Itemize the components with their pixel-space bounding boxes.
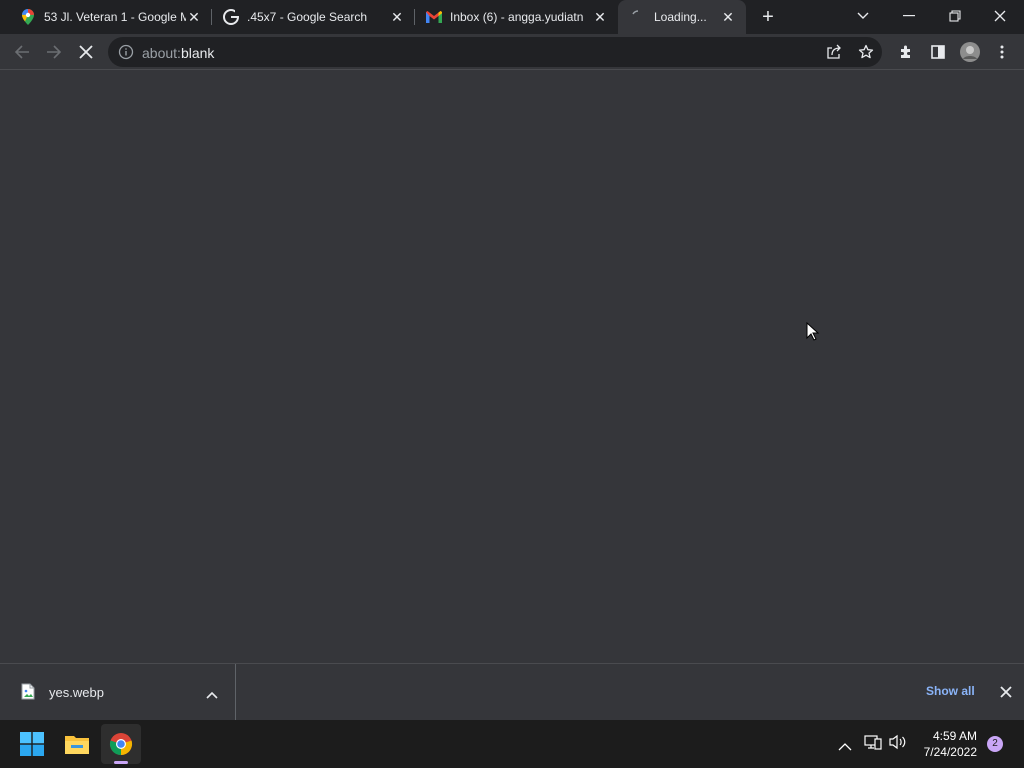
active-app-indicator [114, 761, 128, 764]
side-panel-icon[interactable] [926, 40, 950, 64]
tab-strip: 53 Jl. Veteran 1 - Google M ✕ .45x7 - Go… [0, 0, 1024, 34]
clock-time: 4:59 AM [932, 729, 977, 743]
close-download-bar-icon[interactable] [1000, 685, 1012, 703]
url-path: blank [180, 45, 215, 61]
chrome-taskbar-icon[interactable] [101, 724, 141, 764]
maps-pin-icon [20, 9, 36, 25]
tab-title: .45x7 - Google Search [247, 10, 368, 24]
minimize-button[interactable] [895, 4, 923, 28]
google-g-icon [223, 9, 239, 25]
close-icon[interactable]: ✕ [592, 9, 608, 25]
bookmark-star-icon[interactable] [854, 40, 878, 64]
mouse-cursor-icon [806, 321, 820, 342]
window-close-button[interactable] [986, 4, 1014, 28]
tab-title: Loading... [654, 10, 707, 24]
show-all-button[interactable]: Show all [926, 684, 975, 698]
windows-start-icon[interactable] [12, 724, 52, 764]
system-clock[interactable]: 4:59 AM 7/24/2022 [924, 728, 977, 760]
page-content[interactable] [0, 71, 1024, 663]
taskbar: 4:59 AM 7/24/2022 [0, 720, 1024, 768]
tab-title: 53 Jl. Veteran 1 - Google M [44, 10, 186, 24]
network-icon[interactable] [864, 734, 882, 755]
new-tab-button[interactable]: + [759, 7, 777, 27]
chevron-up-icon[interactable] [206, 686, 218, 704]
url-scheme: about: [142, 45, 181, 61]
close-icon[interactable]: ✕ [720, 9, 736, 25]
image-file-icon [21, 683, 35, 705]
tray-chevron-up-icon[interactable] [838, 738, 852, 756]
url-text[interactable]: about:blank [142, 45, 214, 61]
clock-date: 7/24/2022 [923, 745, 977, 759]
notification-badge[interactable]: 2 [987, 736, 1003, 752]
gmail-icon [426, 9, 442, 25]
stop-loading-icon[interactable] [74, 40, 98, 64]
close-icon[interactable]: ✕ [389, 9, 405, 25]
volume-icon[interactable] [889, 734, 907, 755]
tab-google-search[interactable]: .45x7 - Google Search ✕ [213, 0, 415, 34]
address-bar[interactable]: about:blank [108, 37, 882, 67]
close-icon[interactable]: ✕ [186, 9, 202, 25]
info-icon[interactable] [118, 44, 134, 60]
download-file-name: yes.webp [49, 685, 104, 700]
menu-dots-icon[interactable] [990, 40, 1014, 64]
share-icon[interactable] [822, 40, 846, 64]
profile-avatar[interactable] [958, 40, 982, 64]
download-item[interactable]: yes.webp [0, 664, 236, 720]
browser-toolbar: about:blank [0, 34, 1024, 70]
tab-maps[interactable]: 53 Jl. Veteran 1 - Google M ✕ [0, 0, 212, 34]
file-explorer-icon[interactable] [57, 724, 97, 764]
back-arrow-icon[interactable] [10, 40, 34, 64]
loading-spinner-icon [630, 9, 646, 25]
tab-search-chevron-icon[interactable] [849, 4, 877, 28]
extensions-puzzle-icon[interactable] [894, 40, 918, 64]
tab-loading[interactable]: Loading... ✕ [618, 0, 746, 34]
forward-arrow-icon[interactable] [42, 40, 66, 64]
download-shelf: yes.webp Show all [0, 663, 1024, 720]
restore-button[interactable] [941, 4, 969, 28]
tab-title: Inbox (6) - angga.yudiatn [450, 10, 584, 24]
tab-gmail[interactable]: Inbox (6) - angga.yudiatn ✕ [416, 0, 618, 34]
